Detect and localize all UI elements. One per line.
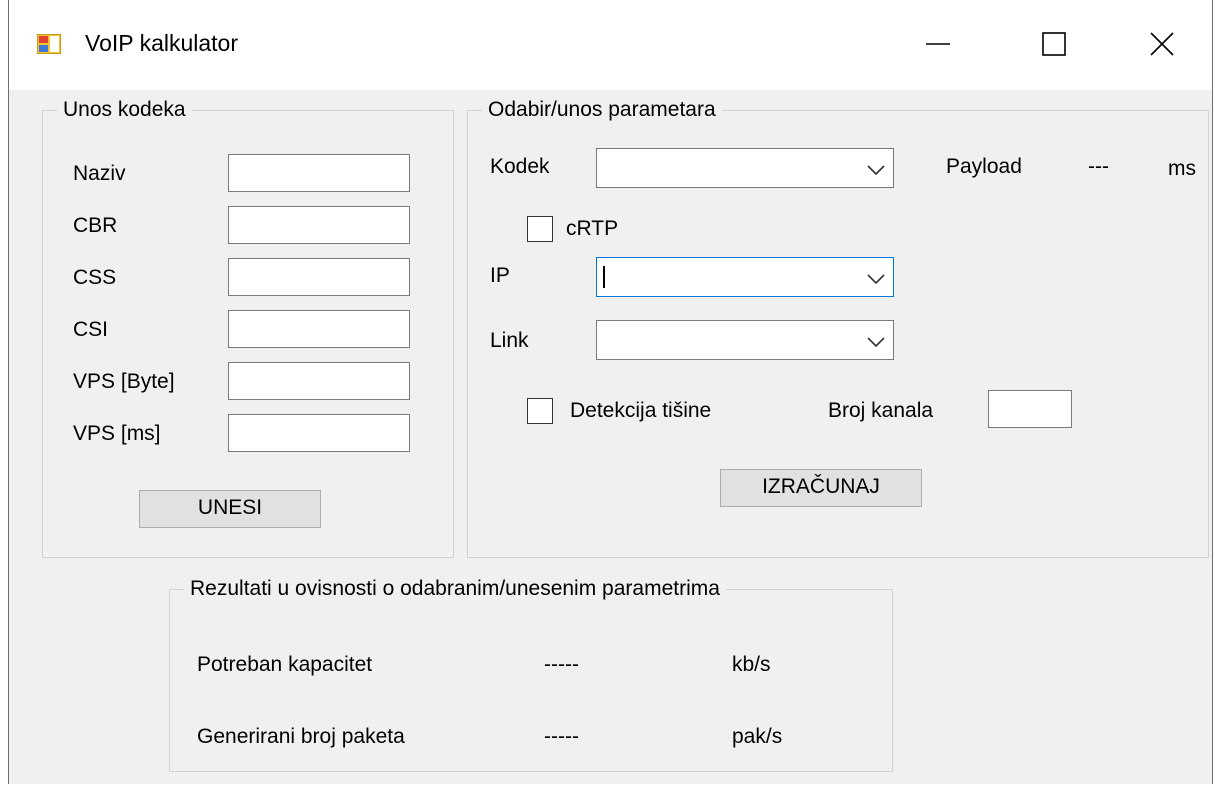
- channels-label: Broj kanala: [828, 399, 934, 422]
- link-label: Link: [490, 329, 529, 352]
- required-capacity-label: Potreban kapacitet: [197, 653, 373, 676]
- payload-unit: ms: [1168, 157, 1196, 180]
- close-button[interactable]: [1137, 22, 1187, 66]
- required-capacity-unit: kb/s: [732, 653, 771, 676]
- crtp-checkbox[interactable]: [527, 216, 553, 242]
- packet-rate-unit: pak/s: [732, 725, 783, 748]
- packet-rate-value: -----: [544, 725, 579, 748]
- name-label: Naziv: [73, 162, 126, 185]
- chevron-down-icon: [867, 337, 885, 347]
- app-window: VoIP kalkulator Unos kodeka Naziv CBR CS…: [8, 0, 1213, 784]
- vps-byte-field[interactable]: [228, 362, 410, 400]
- csi-label: CSI: [73, 318, 109, 341]
- codec-group-legend: Unos kodeka: [57, 97, 192, 123]
- codec-select[interactable]: [596, 148, 894, 188]
- results-group: Rezultati u ovisnosti o odabranim/unesen…: [169, 576, 893, 772]
- chevron-down-icon: [867, 165, 885, 175]
- app-form-icon: [36, 33, 62, 55]
- text-cursor: [603, 266, 605, 288]
- results-group-legend: Rezultati u ovisnosti o odabranim/unesen…: [184, 576, 726, 602]
- vps-ms-field[interactable]: [228, 414, 410, 452]
- cbr-label: CBR: [73, 214, 118, 237]
- chevron-down-icon: [867, 274, 885, 284]
- ip-select[interactable]: [596, 257, 894, 297]
- crtp-label: cRTP: [566, 217, 619, 240]
- css-label: CSS: [73, 266, 117, 289]
- packet-rate-label: Generirani broj paketa: [197, 725, 405, 748]
- channels-field[interactable]: [988, 390, 1072, 428]
- codec-label: Kodek: [490, 155, 550, 178]
- cbr-field[interactable]: [228, 206, 410, 244]
- payload-label: Payload: [946, 155, 1022, 178]
- silence-detection-label: Detekcija tišine: [570, 399, 712, 422]
- vps-ms-label: VPS [ms]: [73, 422, 161, 445]
- name-field[interactable]: [228, 154, 410, 192]
- payload-value: ---: [1088, 155, 1109, 178]
- calculate-button[interactable]: IZRAČUNAJ: [720, 469, 922, 507]
- codec-input-group: Unos kodeka Naziv CBR CSS CSI VPS [Byte]…: [42, 97, 454, 558]
- window-title: VoIP kalkulator: [85, 30, 239, 56]
- minimize-button[interactable]: [913, 22, 963, 66]
- css-field[interactable]: [228, 258, 410, 296]
- parameters-group: Odabir/unos parametara Kodek Payload ---…: [467, 97, 1209, 558]
- silence-detection-checkbox[interactable]: [527, 398, 553, 424]
- maximize-button[interactable]: [1029, 22, 1079, 66]
- minimize-icon: [926, 43, 950, 45]
- maximize-icon: [1042, 32, 1066, 56]
- close-icon: [1150, 32, 1174, 56]
- csi-field[interactable]: [228, 310, 410, 348]
- vps-byte-label: VPS [Byte]: [73, 370, 175, 393]
- required-capacity-value: -----: [544, 653, 579, 676]
- link-select[interactable]: [596, 320, 894, 360]
- unesi-button[interactable]: UNESI: [139, 490, 321, 528]
- parameters-group-legend: Odabir/unos parametara: [482, 97, 722, 123]
- title-bar[interactable]: VoIP kalkulator: [9, 0, 1212, 90]
- ip-label: IP: [490, 264, 510, 287]
